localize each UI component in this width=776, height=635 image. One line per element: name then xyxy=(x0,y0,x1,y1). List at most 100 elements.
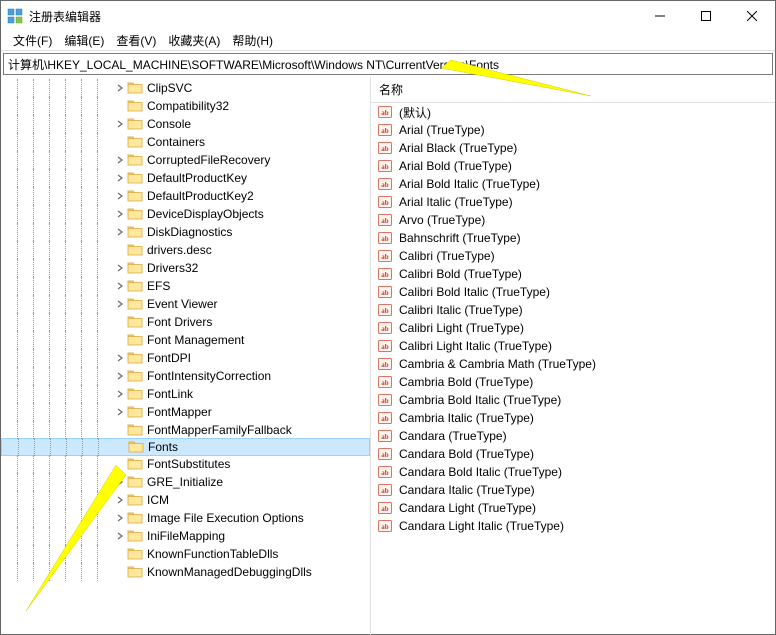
expand-toggle[interactable] xyxy=(113,153,127,167)
list-item-label: Calibri Bold (TrueType) xyxy=(399,267,522,281)
expand-toggle[interactable] xyxy=(113,529,127,543)
expand-toggle[interactable] xyxy=(113,493,127,507)
tree-item[interactable]: Drivers32 xyxy=(1,259,370,277)
svg-text:ab: ab xyxy=(381,235,389,243)
list-item[interactable]: abArial Bold (TrueType) xyxy=(371,157,775,175)
list-item[interactable]: abCalibri Bold Italic (TrueType) xyxy=(371,283,775,301)
tree-item[interactable]: FontMapper xyxy=(1,403,370,421)
list-item[interactable]: ab(默认) xyxy=(371,103,775,121)
menu-view[interactable]: 查看(V) xyxy=(110,30,162,51)
tree-item[interactable]: CorruptedFileRecovery xyxy=(1,151,370,169)
tree-item[interactable]: Fonts xyxy=(1,438,370,456)
list-column-header-name[interactable]: 名称 xyxy=(371,77,775,103)
list-item[interactable]: abCambria Italic (TrueType) xyxy=(371,409,775,427)
expand-toggle[interactable] xyxy=(113,387,127,401)
expand-toggle[interactable] xyxy=(113,423,127,437)
menu-edit[interactable]: 编辑(E) xyxy=(58,30,110,51)
expand-toggle[interactable] xyxy=(113,369,127,383)
tree-item-label: FontMapperFamilyFallback xyxy=(147,423,292,437)
tree-item[interactable]: Font Management xyxy=(1,331,370,349)
maximize-button[interactable] xyxy=(683,1,729,31)
tree-item[interactable]: KnownManagedDebuggingDlls xyxy=(1,563,370,581)
minimize-button[interactable] xyxy=(637,1,683,31)
tree-item[interactable]: Compatibility32 xyxy=(1,97,370,115)
list-item[interactable]: abCambria Bold Italic (TrueType) xyxy=(371,391,775,409)
expand-toggle[interactable] xyxy=(113,511,127,525)
tree-item[interactable]: Console xyxy=(1,115,370,133)
tree-item-label: Font Management xyxy=(147,333,244,347)
address-bar[interactable]: 计算机\HKEY_LOCAL_MACHINE\SOFTWARE\Microsof… xyxy=(3,53,773,75)
list-item[interactable]: abCandara Bold (TrueType) xyxy=(371,445,775,463)
expand-toggle[interactable] xyxy=(113,565,127,579)
tree-item[interactable]: Font Drivers xyxy=(1,313,370,331)
tree-item[interactable]: ICM xyxy=(1,491,370,509)
tree-item[interactable]: DiskDiagnostics xyxy=(1,223,370,241)
expand-toggle[interactable] xyxy=(113,547,127,561)
list-item-label: Cambria Italic (TrueType) xyxy=(399,411,534,425)
list-item[interactable]: abCalibri Light (TrueType) xyxy=(371,319,775,337)
expand-toggle[interactable] xyxy=(113,171,127,185)
expand-toggle[interactable] xyxy=(113,405,127,419)
expand-toggle[interactable] xyxy=(113,351,127,365)
expand-toggle[interactable] xyxy=(113,117,127,131)
expand-toggle[interactable] xyxy=(113,261,127,275)
tree-item[interactable]: DeviceDisplayObjects xyxy=(1,205,370,223)
expand-toggle[interactable] xyxy=(113,225,127,239)
menu-file[interactable]: 文件(F) xyxy=(7,30,58,51)
expand-toggle[interactable] xyxy=(113,315,127,329)
tree-pane[interactable]: ClipSVCCompatibility32ConsoleContainersC… xyxy=(1,77,371,635)
list-item[interactable]: abBahnschrift (TrueType) xyxy=(371,229,775,247)
tree-item[interactable]: drivers.desc xyxy=(1,241,370,259)
close-button[interactable] xyxy=(729,1,775,31)
tree-item[interactable]: FontDPI xyxy=(1,349,370,367)
list-pane[interactable]: 名称 ab(默认)abArial (TrueType)abArial Black… xyxy=(371,77,775,635)
expand-toggle[interactable] xyxy=(113,457,127,471)
tree-item[interactable]: DefaultProductKey2 xyxy=(1,187,370,205)
tree-item[interactable]: GRE_Initialize xyxy=(1,473,370,491)
expand-toggle[interactable] xyxy=(113,297,127,311)
list-item-label: Cambria Bold Italic (TrueType) xyxy=(399,393,561,407)
address-path: 计算机\HKEY_LOCAL_MACHINE\SOFTWARE\Microsof… xyxy=(8,56,499,73)
expand-toggle[interactable] xyxy=(113,135,127,149)
expand-toggle[interactable] xyxy=(113,99,127,113)
tree-item[interactable]: FontSubstitutes xyxy=(1,455,370,473)
list-item[interactable]: abCandara Bold Italic (TrueType) xyxy=(371,463,775,481)
list-item[interactable]: abArial Bold Italic (TrueType) xyxy=(371,175,775,193)
menu-favorites[interactable]: 收藏夹(A) xyxy=(162,30,226,51)
list-item[interactable]: abCandara (TrueType) xyxy=(371,427,775,445)
tree-item[interactable]: ClipSVC xyxy=(1,79,370,97)
list-item[interactable]: abArvo (TrueType) xyxy=(371,211,775,229)
list-item[interactable]: abArial (TrueType) xyxy=(371,121,775,139)
list-item[interactable]: abCalibri Bold (TrueType) xyxy=(371,265,775,283)
tree-item[interactable]: Containers xyxy=(1,133,370,151)
expand-toggle[interactable] xyxy=(114,440,128,454)
tree-item[interactable]: FontIntensityCorrection xyxy=(1,367,370,385)
tree-item-label: FontMapper xyxy=(147,405,212,419)
menu-help[interactable]: 帮助(H) xyxy=(226,30,279,51)
list-item[interactable]: abCalibri Italic (TrueType) xyxy=(371,301,775,319)
tree-item[interactable]: FontMapperFamilyFallback xyxy=(1,421,370,439)
expand-toggle[interactable] xyxy=(113,189,127,203)
list-item[interactable]: abCalibri Light Italic (TrueType) xyxy=(371,337,775,355)
tree-item[interactable]: DefaultProductKey xyxy=(1,169,370,187)
tree-item[interactable]: EFS xyxy=(1,277,370,295)
tree-item[interactable]: Event Viewer xyxy=(1,295,370,313)
expand-toggle[interactable] xyxy=(113,243,127,257)
expand-toggle[interactable] xyxy=(113,475,127,489)
list-item[interactable]: abArial Italic (TrueType) xyxy=(371,193,775,211)
list-item[interactable]: abCambria & Cambria Math (TrueType) xyxy=(371,355,775,373)
tree-item[interactable]: IniFileMapping xyxy=(1,527,370,545)
tree-item[interactable]: KnownFunctionTableDlls xyxy=(1,545,370,563)
list-item[interactable]: abArial Black (TrueType) xyxy=(371,139,775,157)
list-item[interactable]: abCalibri (TrueType) xyxy=(371,247,775,265)
expand-toggle[interactable] xyxy=(113,207,127,221)
tree-item[interactable]: Image File Execution Options xyxy=(1,509,370,527)
list-item[interactable]: abCambria Bold (TrueType) xyxy=(371,373,775,391)
expand-toggle[interactable] xyxy=(113,333,127,347)
tree-item[interactable]: FontLink xyxy=(1,385,370,403)
list-item[interactable]: abCandara Light Italic (TrueType) xyxy=(371,517,775,535)
list-item[interactable]: abCandara Italic (TrueType) xyxy=(371,481,775,499)
expand-toggle[interactable] xyxy=(113,279,127,293)
list-item[interactable]: abCandara Light (TrueType) xyxy=(371,499,775,517)
expand-toggle[interactable] xyxy=(113,81,127,95)
